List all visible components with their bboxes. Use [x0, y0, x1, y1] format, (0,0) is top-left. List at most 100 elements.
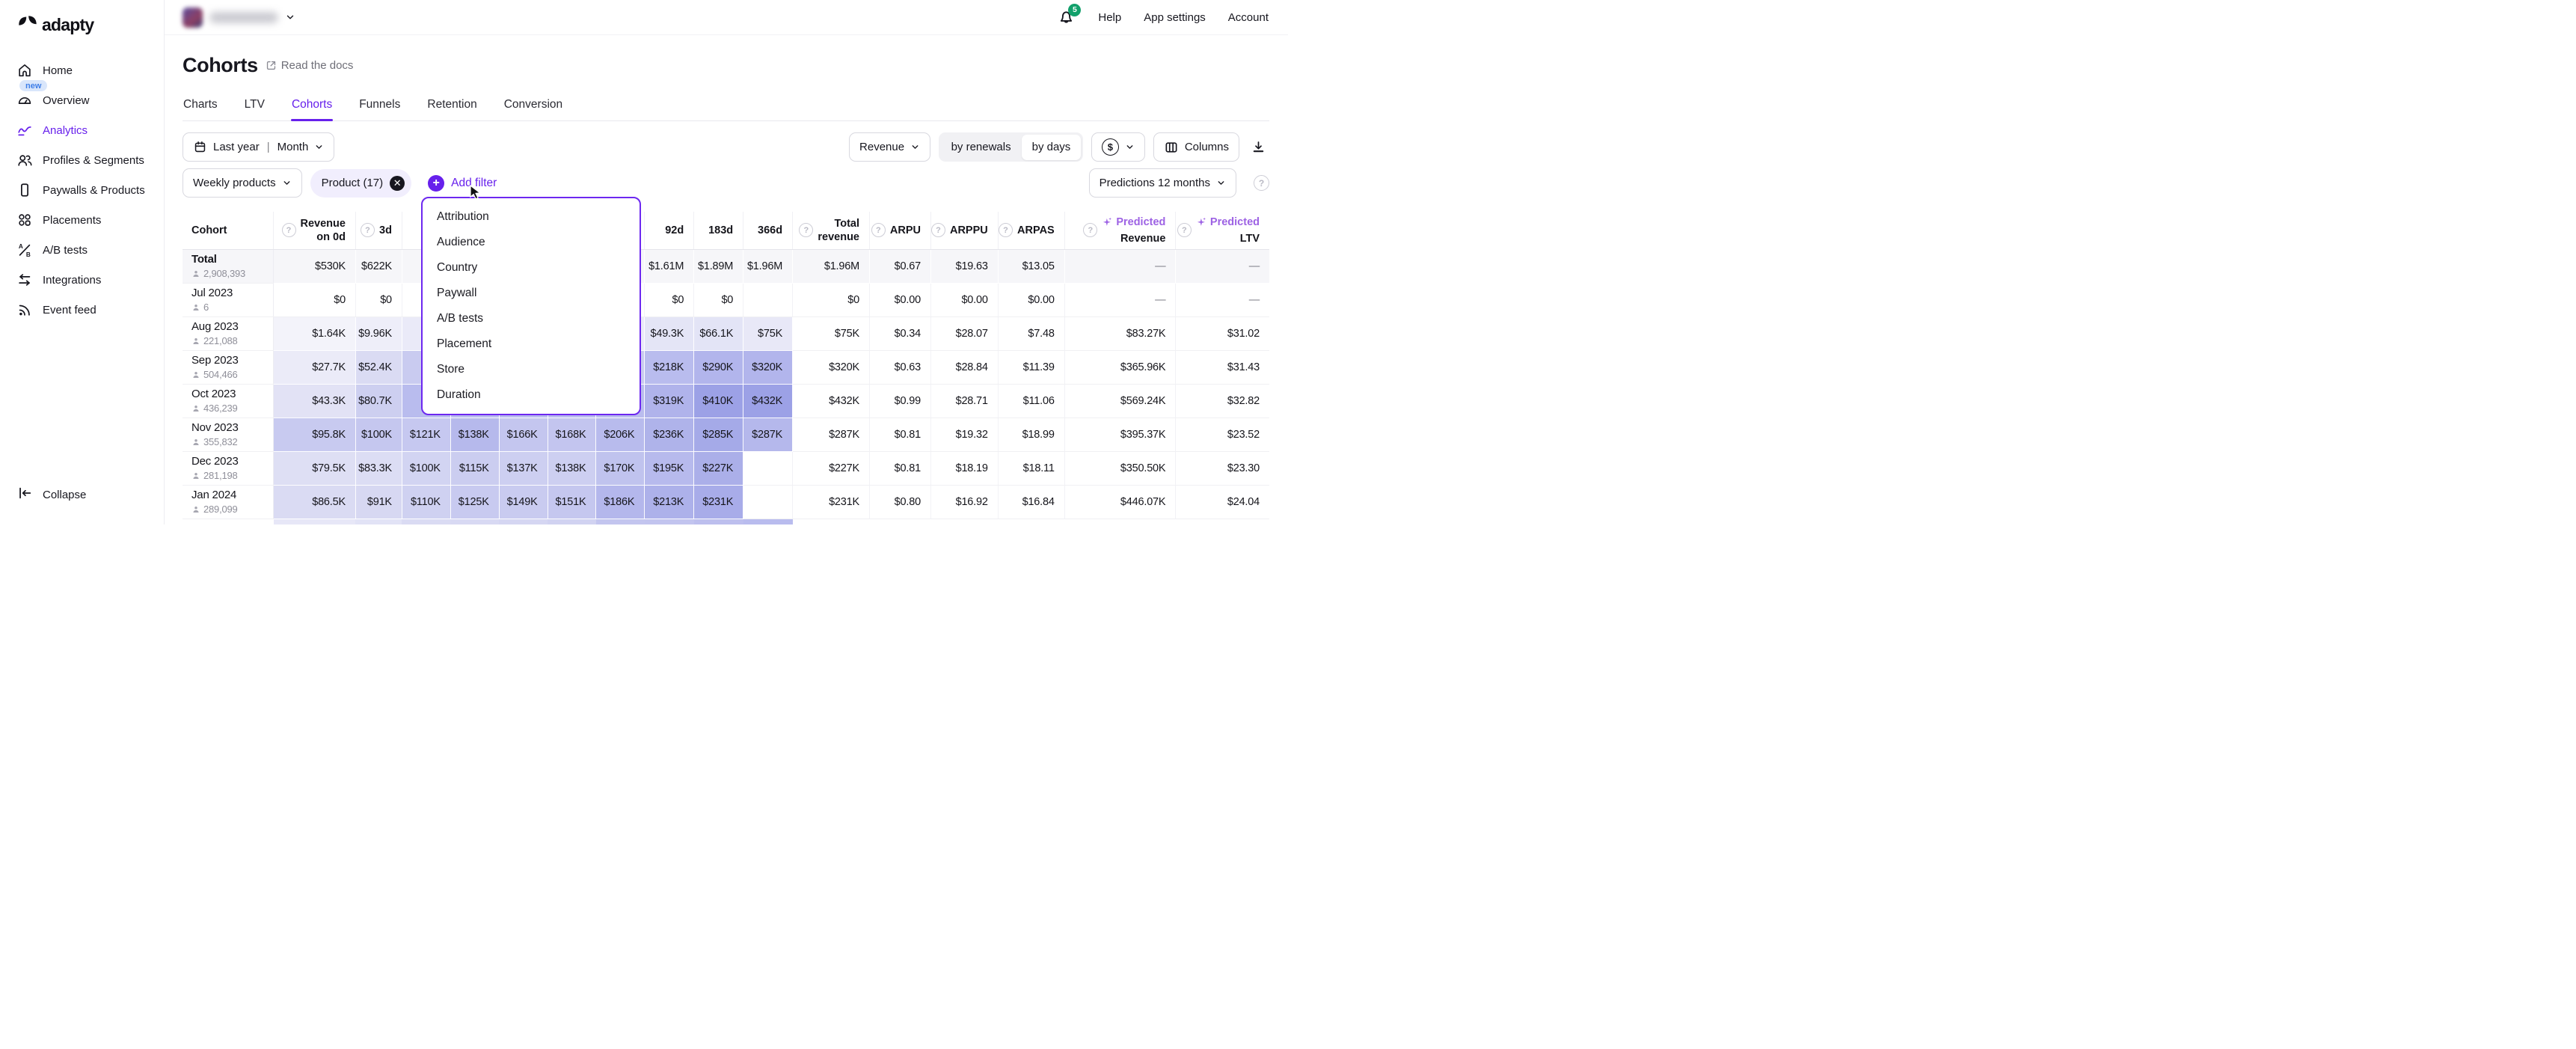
integrations-icon	[16, 272, 33, 288]
sidebar-item-placements[interactable]: Placements	[0, 205, 164, 235]
table-cell: $0.63	[870, 350, 931, 384]
help-icon[interactable]: ?	[1177, 223, 1192, 237]
column-header-cohort: Cohort	[183, 212, 274, 249]
by-days-segment[interactable]: by days	[1022, 135, 1082, 160]
filter-menu-item-placement[interactable]: Placement	[423, 331, 640, 357]
adapty-logo[interactable]: adapty	[0, 12, 164, 42]
table-cell: $28.71	[930, 384, 998, 418]
table-cell: $0	[793, 283, 870, 316]
users-icon	[191, 269, 200, 278]
tab-funnels[interactable]: Funnels	[358, 94, 401, 120]
sidebar-item-overview[interactable]: newOverview	[0, 85, 164, 115]
products-dropdown[interactable]: Weekly products	[183, 168, 302, 198]
tab-charts[interactable]: Charts	[183, 94, 218, 120]
sidebar-item-event-feed[interactable]: Event feed	[0, 295, 164, 325]
sidebar-item-analytics[interactable]: Analytics	[0, 115, 164, 145]
collapse-button[interactable]: Collapse	[0, 478, 164, 511]
help-icon[interactable]: ?	[282, 223, 296, 237]
table-cell: $66.1K	[694, 316, 743, 350]
sidebar-item-paywalls[interactable]: Paywalls & Products	[0, 175, 164, 205]
product-filter-chip[interactable]: Product (17) ✕	[310, 169, 412, 198]
table-cell: $0.00	[998, 283, 1064, 316]
table-cell: $43.3K	[274, 384, 356, 418]
filter-menu-item-a-b-tests[interactable]: A/B tests	[423, 306, 640, 331]
help-icon[interactable]: ?	[999, 223, 1013, 237]
tab-retention[interactable]: Retention	[426, 94, 477, 120]
by-renewals-segment[interactable]: by renewals	[941, 135, 1022, 160]
table-cell	[793, 519, 870, 524]
filter-menu-item-attribution[interactable]: Attribution	[423, 204, 640, 230]
add-filter-button[interactable]: + Add filter	[428, 175, 497, 192]
table-cell: $569.24K	[1064, 384, 1176, 418]
page-title: Cohorts	[183, 54, 258, 77]
workspace-app-icon	[183, 7, 203, 28]
filter-menu-item-country[interactable]: Country	[423, 255, 640, 281]
currency-dropdown[interactable]: $	[1091, 132, 1145, 162]
table-cell	[743, 283, 793, 316]
account-link[interactable]: Account	[1228, 11, 1269, 24]
column-header-366d: 366d	[743, 212, 793, 249]
table-cell: $23.30	[1176, 451, 1269, 485]
help-icon[interactable]: ?	[799, 223, 813, 237]
app-settings-link[interactable]: App settings	[1144, 11, 1206, 24]
sidebar-item-profiles[interactable]: Profiles & Segments	[0, 145, 164, 175]
analytics-icon	[16, 122, 33, 138]
help-icon[interactable]: ?	[1083, 223, 1097, 237]
date-range-label: Last year	[213, 141, 260, 153]
table-cell: $31.02	[1176, 316, 1269, 350]
help-icon[interactable]: ?	[931, 223, 945, 237]
topbar: 5 Help App settings Account	[165, 0, 1288, 35]
workspace-name-redacted	[209, 12, 278, 23]
filter-menu-item-store[interactable]: Store	[423, 357, 640, 382]
table-cell: $446.07K	[1064, 485, 1176, 519]
workspace-selector[interactable]	[183, 7, 295, 28]
remove-filter-icon[interactable]: ✕	[390, 176, 405, 191]
tab-cohorts[interactable]: Cohorts	[291, 94, 333, 120]
help-icon[interactable]: ?	[871, 223, 886, 237]
help-icon[interactable]: ?	[361, 223, 375, 237]
table-cell: $32.82	[1176, 384, 1269, 418]
users-icon	[191, 505, 200, 514]
filter-menu-item-paywall[interactable]: Paywall	[423, 281, 640, 306]
placements-icon	[16, 212, 33, 228]
cohort-cell	[183, 519, 274, 524]
table-cell: $365.96K	[1064, 350, 1176, 384]
export-button[interactable]	[1248, 136, 1269, 158]
tab-conversion[interactable]: Conversion	[503, 94, 563, 120]
users-icon	[191, 438, 200, 447]
predictions-dropdown[interactable]: Predictions 12 months	[1089, 168, 1236, 198]
svg-text:A: A	[19, 243, 23, 250]
read-the-docs-link[interactable]: Read the docs	[265, 59, 354, 72]
table-cell: $91K	[355, 485, 402, 519]
sidebar-item-integrations[interactable]: Integrations	[0, 265, 164, 295]
predictions-help-icon[interactable]: ?	[1254, 175, 1269, 191]
eventfeed-icon	[16, 302, 33, 318]
date-range-button[interactable]: Last year|Month	[183, 132, 334, 162]
table-cell	[355, 519, 402, 524]
table-cell: $0	[645, 283, 694, 316]
users-icon	[191, 303, 200, 312]
table-cell: $9.96K	[355, 316, 402, 350]
table-cell: $151K	[548, 485, 596, 519]
chevron-down-icon	[910, 142, 920, 152]
collapse-label: Collapse	[43, 489, 86, 501]
table-cell: $24.04	[1176, 485, 1269, 519]
table-cell: $195K	[645, 451, 694, 485]
sidebar-item-ab-tests[interactable]: ABA/B tests	[0, 235, 164, 265]
table-cell: $231K	[694, 485, 743, 519]
tab-ltv[interactable]: LTV	[244, 94, 266, 120]
table-cell: $319K	[645, 384, 694, 418]
table-cell: $121K	[402, 418, 450, 451]
metric-dropdown[interactable]: Revenue	[849, 132, 930, 162]
table-cell: $0	[355, 283, 402, 316]
help-link[interactable]: Help	[1098, 11, 1121, 24]
toolbar-right-group: Revenue by renewals by days $ Columns	[849, 132, 1269, 162]
notifications-button[interactable]: 5	[1057, 8, 1076, 27]
external-link-icon	[265, 59, 277, 72]
columns-button[interactable]: Columns	[1153, 132, 1239, 162]
cohort-cell: Total2,908,393	[183, 249, 274, 283]
table-cell: —	[1176, 283, 1269, 316]
filter-menu-item-duration[interactable]: Duration	[423, 382, 640, 408]
toolbar-row-2: Weekly products Product (17) ✕ + Add fil…	[183, 168, 1269, 198]
filter-menu-item-audience[interactable]: Audience	[423, 230, 640, 255]
